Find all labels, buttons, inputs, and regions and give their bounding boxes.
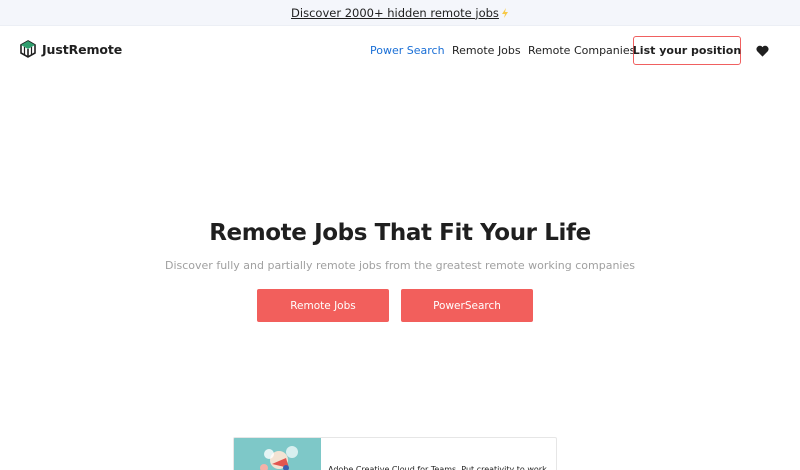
announcement-link[interactable]: Discover 2000+ hidden remote jobs — [291, 6, 499, 20]
remote-jobs-button[interactable]: Remote Jobs — [257, 289, 389, 322]
announcement-bar: Discover 2000+ hidden remote jobs — [0, 0, 800, 26]
powersearch-button[interactable]: PowerSearch — [401, 289, 533, 322]
hero-subtitle: Discover fully and partially remote jobs… — [164, 259, 635, 272]
nav-remote-companies[interactable]: Remote Companies — [528, 44, 635, 57]
logo-icon — [20, 40, 36, 58]
ad-banner[interactable]: Adobe Creative Cloud for Teams. Put crea… — [233, 437, 557, 470]
ad-image — [234, 438, 321, 470]
nav-remote-jobs[interactable]: Remote Jobs — [452, 44, 521, 57]
nav-power-search[interactable]: Power Search — [370, 44, 445, 57]
logo-text: JustRemote — [42, 41, 123, 57]
list-position-button[interactable]: List your position — [633, 36, 741, 65]
logo[interactable]: JustRemote — [20, 40, 122, 58]
heart-icon[interactable] — [756, 45, 769, 57]
ad-text: Adobe Creative Cloud for Teams. Put crea… — [328, 465, 547, 470]
hero-title: Remote Jobs That Fit Your Life — [209, 220, 591, 246]
top-navigation: JustRemote Power Search Remote Jobs Remo… — [0, 27, 800, 73]
lightning-icon — [501, 7, 508, 18]
